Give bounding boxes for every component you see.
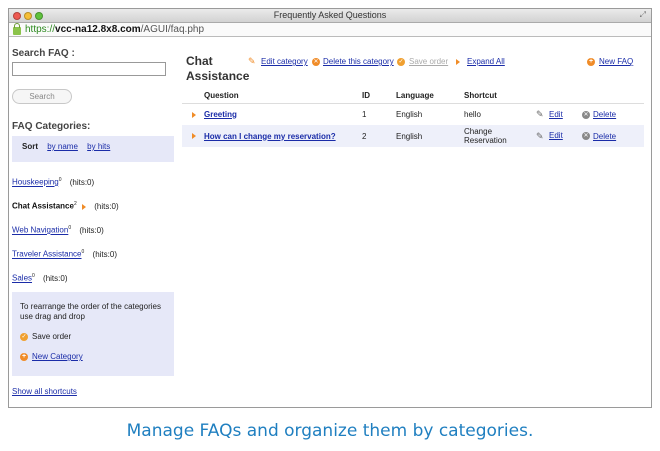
category-name[interactable]: Chat Assistance <box>12 202 74 211</box>
lock-icon <box>13 22 21 35</box>
delete-button[interactable]: ✕ Delete <box>582 103 644 125</box>
url-scheme: https:// <box>25 24 56 35</box>
delete-label[interactable]: Delete <box>593 132 616 141</box>
delete-category-label[interactable]: Delete this category <box>323 57 394 66</box>
sort-by-name-link[interactable]: by name <box>47 142 78 151</box>
category-name[interactable]: Houskeeping <box>12 178 59 187</box>
category-item-web-navigation[interactable]: Web Navigation0 (hits:0) <box>12 225 104 235</box>
new-faq-button[interactable]: + New FAQ <box>587 57 633 66</box>
category-name[interactable]: Web Navigation <box>12 226 68 235</box>
row-shortcut-line1: Change <box>464 127 493 136</box>
category-item-chat-assistance[interactable]: Chat Assistance2 (hits:0) <box>12 201 119 211</box>
category-name[interactable]: Traveler Assistance <box>12 250 82 259</box>
save-order-label[interactable]: Save order <box>409 57 448 66</box>
column-header-question: Question <box>204 89 362 104</box>
checkmark-icon: ✓ <box>397 57 405 66</box>
edit-button[interactable]: ✎ Edit <box>536 125 582 147</box>
table-row: How can I change my reservation? 2 Engli… <box>182 125 644 147</box>
search-label: Search FAQ : <box>12 48 75 59</box>
delete-category-button[interactable]: ✕ Delete this category <box>312 57 394 66</box>
page-title-line2: Assistance <box>186 69 250 83</box>
category-hits: (hits:0) <box>79 225 104 235</box>
delete-button[interactable]: ✕ Delete <box>582 125 644 147</box>
sidebar-save-order[interactable]: ✓ Save order <box>20 332 71 342</box>
question-link[interactable]: Greeting <box>204 110 237 119</box>
column-header-language: Language <box>396 89 464 104</box>
row-language: English <box>396 109 423 119</box>
expand-arrow-icon <box>456 58 460 65</box>
url-host: vcc-na12.8x8.com <box>55 24 141 35</box>
row-shortcut-line2: Reservation <box>464 136 507 145</box>
table-row: Greeting 1 English hello ✎ Edit ✕ Delete <box>182 103 644 125</box>
save-order-button[interactable]: ✓ Save order <box>397 57 448 66</box>
row-id: 1 <box>362 109 367 119</box>
column-header-id: ID <box>362 89 396 104</box>
category-hits: (hits:0) <box>69 177 95 187</box>
category-count: 0 <box>32 273 35 279</box>
window-title: Frequently Asked Questions <box>273 10 387 20</box>
delete-label[interactable]: Delete <box>593 110 616 119</box>
edit-category-label[interactable]: Edit category <box>261 57 308 66</box>
category-name[interactable]: Sales <box>12 274 32 283</box>
expand-row-icon[interactable] <box>192 133 196 140</box>
sort-by-hits-link[interactable]: by hits <box>87 142 110 151</box>
plus-icon: + <box>20 352 28 361</box>
column-header-shortcut: Shortcut <box>464 89 536 104</box>
plus-icon: + <box>587 57 595 66</box>
pencil-icon: ✎ <box>536 108 544 119</box>
pencil-icon: ✎ <box>536 130 544 141</box>
search-button[interactable]: Search <box>12 89 72 104</box>
caption: Manage FAQs and organize them by categor… <box>126 421 534 441</box>
category-item-sales[interactable]: Sales0 (hits:0) <box>12 273 67 283</box>
edit-label[interactable]: Edit <box>549 131 563 140</box>
category-count: 0 <box>81 249 85 255</box>
category-hits: (hits:0) <box>92 249 117 259</box>
row-shortcut: hello <box>464 109 481 119</box>
expand-all-button[interactable]: Expand All <box>456 57 505 66</box>
delete-icon: ✕ <box>582 132 590 141</box>
category-hits: (hits:0) <box>94 201 119 211</box>
category-item-houskeeping[interactable]: Houskeeping0 (hits:0) <box>12 177 94 187</box>
category-count: 2 <box>73 201 77 207</box>
save-order-label[interactable]: Save order <box>32 332 71 341</box>
sort-label: Sort <box>22 142 38 151</box>
question-link[interactable]: How can I change my reservation? <box>204 132 336 141</box>
category-item-traveler-assistance[interactable]: Traveler Assistance0 (hits:0) <box>12 249 117 259</box>
faq-table: Question ID Language Shortcut Greeting 1… <box>182 89 644 147</box>
table-header-row: Question ID Language Shortcut <box>182 89 644 104</box>
rearrange-panel: To rearrange the order of the categories… <box>12 292 174 376</box>
category-hits: (hits:0) <box>43 273 68 283</box>
row-language: English <box>396 125 464 147</box>
edit-category-button[interactable]: ✎ Edit category <box>248 57 308 66</box>
categories-heading: FAQ Categories: <box>12 121 91 132</box>
new-category[interactable]: + New Category <box>20 352 83 362</box>
edit-button[interactable]: ✎ Edit <box>536 103 582 125</box>
address-bar[interactable]: https:// vcc-na12.8x8.com /AGUI/faq.php <box>9 22 651 37</box>
fullscreen-icon[interactable]: ⤢ <box>640 10 646 20</box>
delete-icon: ✕ <box>582 110 590 119</box>
rearrange-text-1: To rearrange the order of the categories <box>20 302 161 311</box>
page-title: Chat Assistance <box>186 54 249 84</box>
expand-row-icon[interactable] <box>192 111 196 118</box>
delete-icon: ✕ <box>312 57 320 66</box>
show-all-shortcuts-link[interactable]: Show all shortcuts <box>12 387 77 396</box>
search-input[interactable] <box>12 62 166 76</box>
url-path: /AGUI/faq.php <box>140 24 205 35</box>
row-id: 2 <box>362 125 396 147</box>
title-bar: Frequently Asked Questions ⤢ <box>9 9 651 23</box>
new-faq-label[interactable]: New FAQ <box>599 57 633 66</box>
edit-label[interactable]: Edit <box>549 110 563 119</box>
sort-panel: Sort by name by hits <box>12 136 174 162</box>
new-category-link[interactable]: New Category <box>32 352 83 361</box>
pencil-icon: ✎ <box>248 56 256 67</box>
category-count: 0 <box>68 225 72 231</box>
rearrange-text-2: use drag and drop <box>20 312 85 321</box>
category-count: 0 <box>58 177 62 183</box>
page-title-line1: Chat <box>186 54 213 68</box>
expand-all-label[interactable]: Expand All <box>467 57 505 66</box>
row-shortcut: Change Reservation <box>464 125 536 147</box>
active-arrow-icon <box>81 203 86 210</box>
checkmark-icon: ✓ <box>20 332 28 341</box>
